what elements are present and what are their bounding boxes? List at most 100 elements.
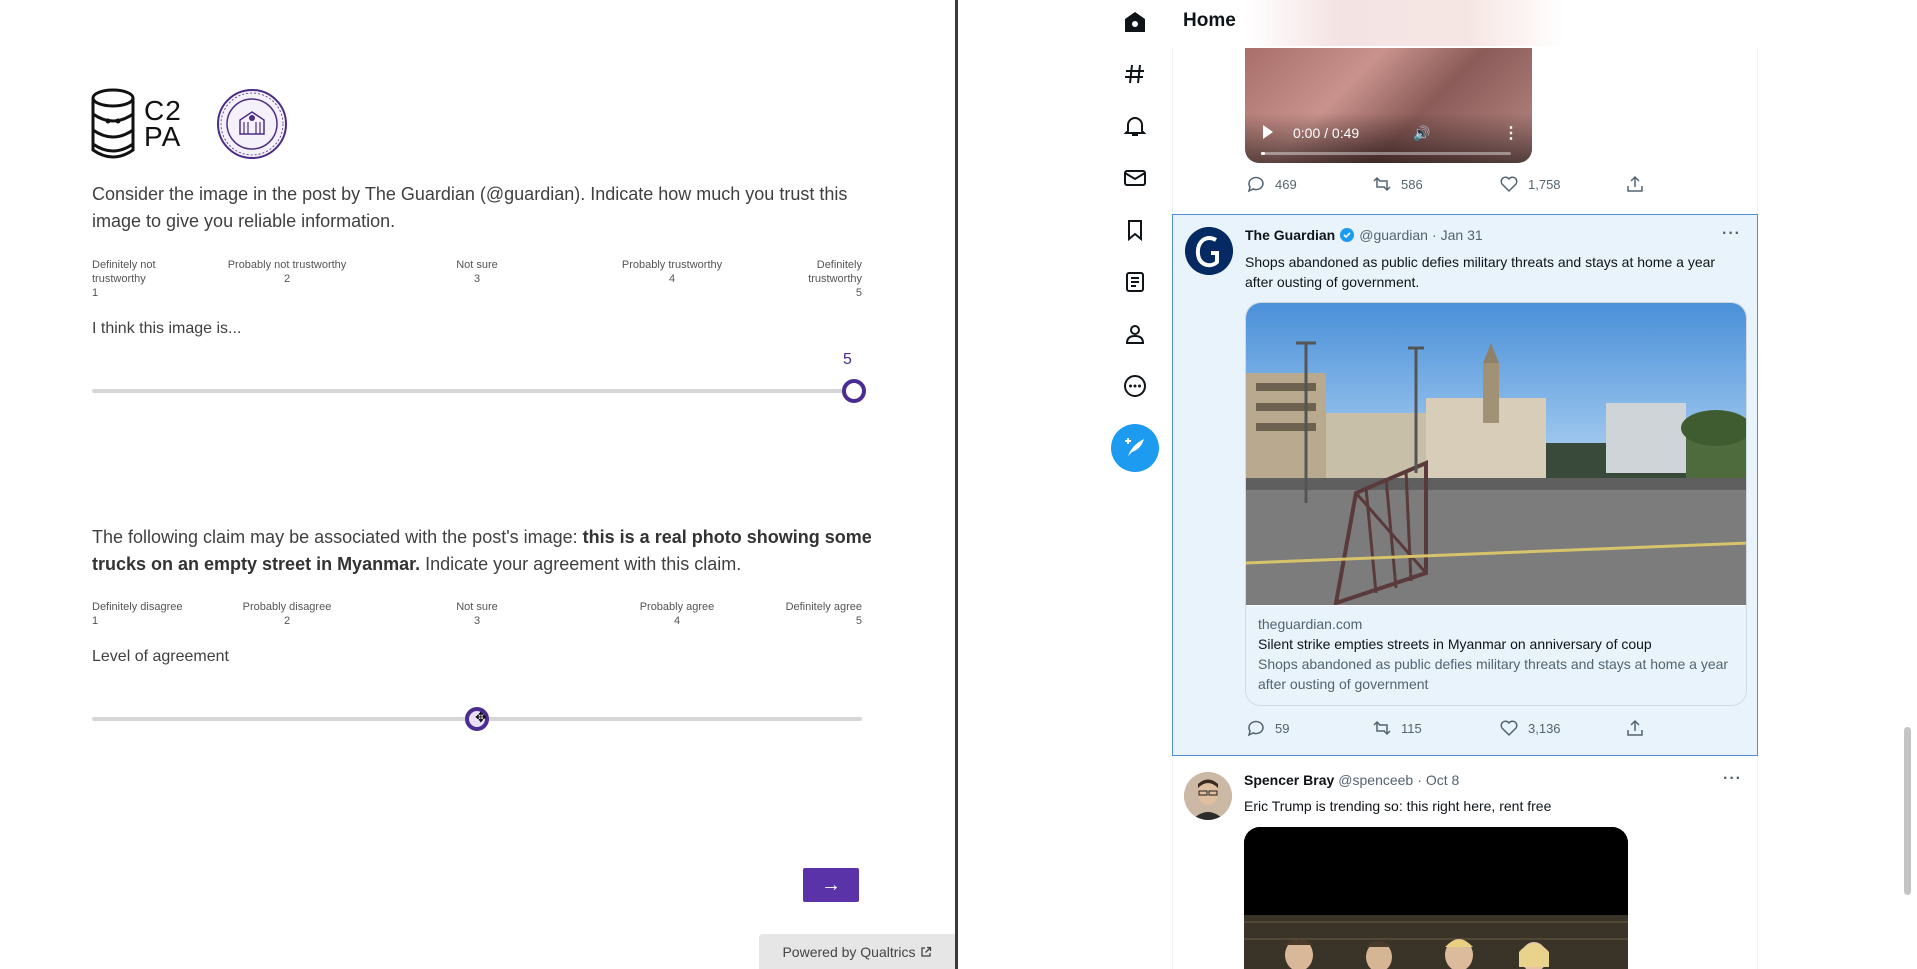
next-button[interactable]: → (803, 868, 859, 902)
share-button[interactable] (1626, 719, 1644, 737)
reply-count: 59 (1275, 720, 1290, 736)
agreement-scale-labels: Definitely disagree 1 Probably disagree … (92, 600, 862, 640)
survey-panel: C2 PA Consider the image in the post by T… (0, 0, 955, 969)
scale-label: Definitely agree 5 (762, 600, 862, 628)
tweet-author-handle[interactable]: @spenceeb (1338, 772, 1413, 788)
scale-label: Definitely disagree 1 (92, 600, 192, 628)
trust-scale-labels: Definitely not trustworthy 1 Probably no… (92, 258, 862, 300)
video-player[interactable]: 0:00 / 0:49 🔊 ⋮ (1245, 48, 1532, 163)
profile-icon[interactable] (1121, 320, 1149, 348)
card-domain: theguardian.com (1258, 616, 1363, 632)
like-button[interactable]: 1,758 (1500, 175, 1561, 193)
retweet-icon (1373, 176, 1391, 192)
slider-trust-handle[interactable] (842, 379, 866, 403)
scale-label-number: 5 (855, 287, 862, 299)
reply-button[interactable]: 59 (1247, 719, 1289, 737)
messages-icon[interactable] (1121, 164, 1149, 192)
scale-label: Not sure 3 (427, 600, 527, 628)
verified-badge-icon (1340, 228, 1355, 242)
scale-label-text: Definitely agree (785, 601, 862, 613)
explore-icon[interactable] (1121, 60, 1149, 88)
like-button[interactable]: 3,136 (1500, 719, 1561, 737)
page-scrollbar[interactable] (1904, 727, 1911, 895)
retweet-button[interactable]: 115 (1373, 719, 1422, 737)
tweet-more-icon[interactable]: ··· (1723, 770, 1742, 788)
separator-dot: · (1431, 227, 1437, 243)
notifications-icon[interactable] (1121, 112, 1149, 140)
link-card[interactable]: theguardian.com Silent strike empties st… (1245, 302, 1747, 706)
slider-trust-value: 5 (843, 351, 852, 368)
like-count: 1,758 (1528, 176, 1561, 192)
video-progress-bar[interactable] (1261, 152, 1511, 155)
scale-label-text: Definitely not trustworthy (92, 259, 156, 285)
scale-label: Probably disagree 2 (227, 600, 347, 628)
bookmarks-icon[interactable] (1121, 216, 1149, 244)
powered-by-qualtrics-link[interactable]: Powered by Qualtrics (759, 934, 955, 969)
scale-label: Not sure 3 (427, 258, 527, 286)
heart-icon (1500, 176, 1518, 193)
c2pa-stack-icon (91, 88, 135, 159)
card-description: Shops abandoned as public defies militar… (1258, 656, 1729, 692)
retweet-button[interactable]: 586 (1373, 175, 1423, 193)
compose-tweet-button[interactable] (1111, 424, 1159, 472)
logos: C2 PA (90, 88, 288, 160)
slider-agreement-label: Level of agreement (92, 648, 229, 665)
separator-dot: · (1417, 772, 1422, 788)
scale-label-number: 4 (673, 615, 681, 627)
home-icon[interactable] (1121, 8, 1149, 36)
tweet-author-name[interactable]: The Guardian (1245, 227, 1335, 243)
video-more-icon[interactable]: ⋮ (1503, 123, 1519, 143)
share-icon (1627, 175, 1643, 192)
scale-label-text: Definitely disagree (92, 601, 183, 613)
play-icon[interactable] (1263, 125, 1273, 139)
c2pa-wordmark: C2 PA (144, 95, 182, 152)
scale-label-text: Probably not trustworthy (227, 259, 347, 271)
university-seal-icon (216, 89, 287, 159)
lists-icon[interactable] (1121, 268, 1149, 296)
scale-label-number: 1 (92, 287, 99, 299)
scale-label: Definitely trustworthy 5 (787, 258, 862, 300)
header-blur-overlay (1245, 0, 1565, 46)
volume-icon[interactable]: 🔊 (1413, 125, 1430, 142)
reply-icon (1247, 720, 1264, 737)
tweet-spencer[interactable]: Spencer Bray @spenceeb · Oct 8 ··· Eric … (1172, 756, 1758, 969)
scale-label-number: 3 (473, 615, 481, 627)
tweet-author-handle[interactable]: @guardian (1359, 227, 1428, 243)
reply-button[interactable]: 469 (1247, 175, 1297, 193)
slider-trust-track[interactable] (92, 389, 862, 393)
scale-label-number: 1 (92, 615, 99, 627)
move-cursor-icon: ✥ (475, 709, 487, 725)
card-photo (1246, 303, 1746, 605)
share-button[interactable] (1626, 175, 1644, 193)
powered-by-text: Powered by Qualtrics (782, 943, 916, 960)
tweet-text: Eric Trump is trending so: this right he… (1244, 798, 1552, 814)
tweet-image[interactable] (1244, 827, 1628, 969)
tweet-header: Spencer Bray @spenceeb · Oct 8 (1244, 772, 1459, 788)
external-link-icon (920, 946, 931, 957)
scale-label-text: Probably trustworthy (621, 259, 723, 271)
guardian-avatar[interactable] (1185, 227, 1233, 275)
tweet-date[interactable]: Oct 8 (1426, 772, 1459, 788)
tweet-author-name[interactable]: Spencer Bray (1244, 772, 1334, 788)
card-title: Silent strike empties streets in Myanmar… (1258, 636, 1652, 652)
claim-prefix: The following claim may be associated wi… (92, 527, 583, 547)
retweet-count: 115 (1401, 720, 1422, 736)
question-claim: The following claim may be associated wi… (92, 524, 872, 578)
spencer-avatar[interactable] (1184, 772, 1232, 820)
feather-plus-icon (1125, 438, 1144, 456)
c2pa-logo: C2 PA (90, 88, 182, 160)
claim-suffix: Indicate your agreement with this claim. (420, 554, 742, 574)
scale-label: Probably not trustworthy 2 (217, 258, 357, 286)
retweet-count: 586 (1401, 176, 1423, 192)
question-trust: Consider the image in the post by The Gu… (92, 184, 848, 231)
tweet-guardian[interactable]: The Guardian @guardian · Jan 31 ··· Shop… (1172, 214, 1758, 756)
tweet-more-icon[interactable]: ··· (1722, 225, 1741, 243)
tweet-date[interactable]: Jan 31 (1441, 227, 1483, 243)
reply-count: 469 (1275, 176, 1297, 192)
scale-label-number: 3 (473, 273, 481, 285)
scale-label: Definitely not trustworthy 1 (92, 258, 162, 300)
retweet-icon (1373, 720, 1391, 736)
slider-trust-label: I think this image is... (92, 320, 242, 337)
tweet-photo (1244, 827, 1628, 969)
more-icon[interactable] (1121, 372, 1149, 400)
